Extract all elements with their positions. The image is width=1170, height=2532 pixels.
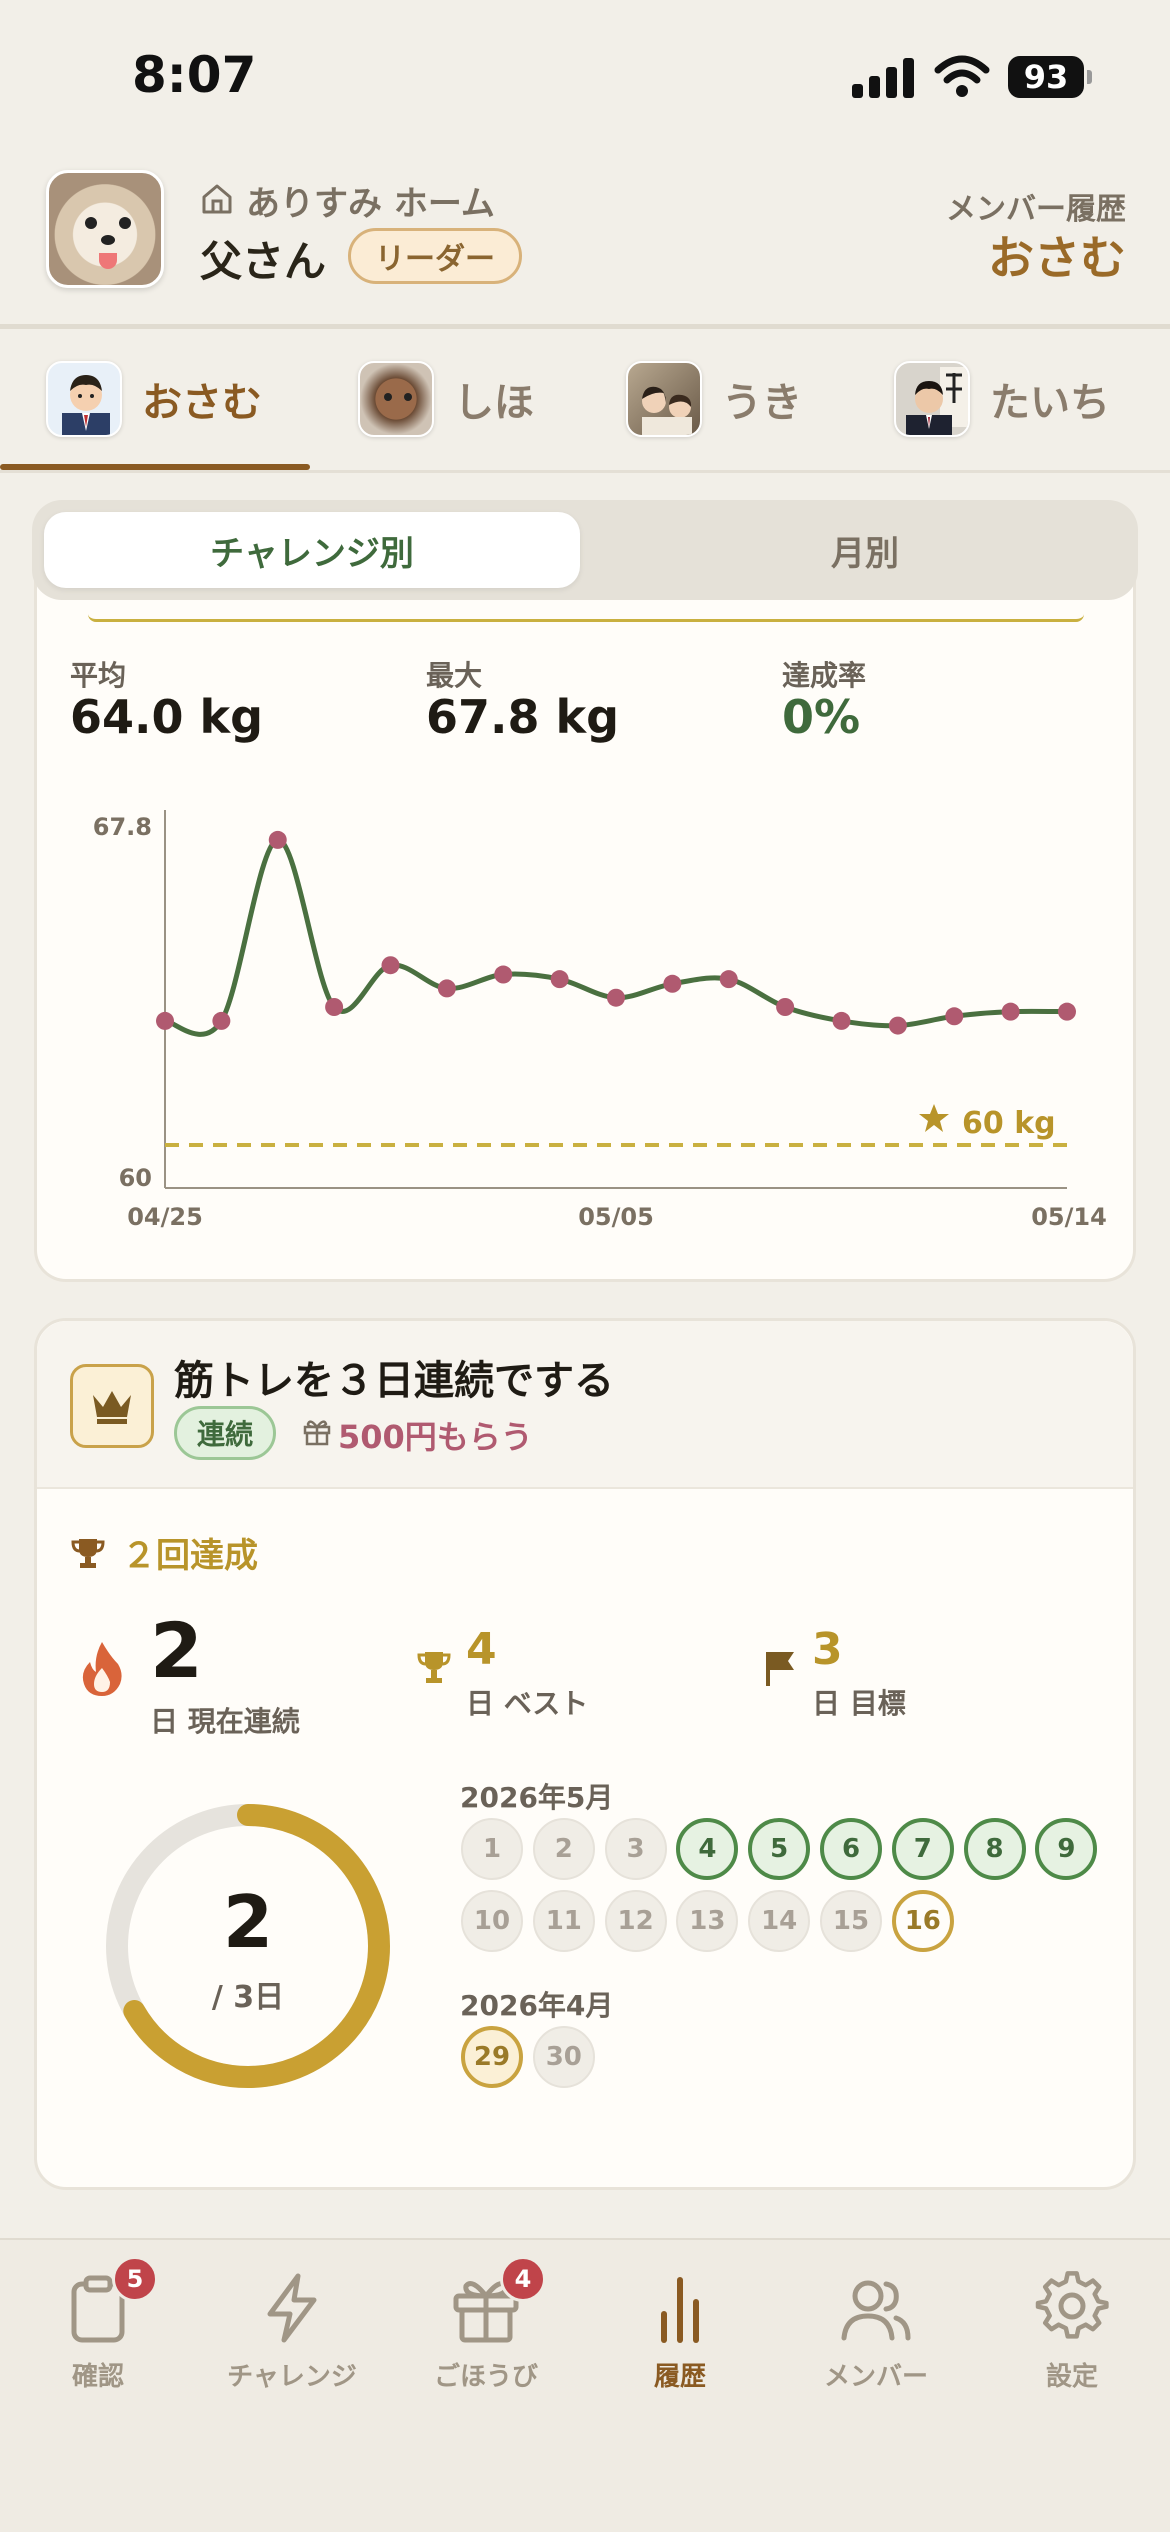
reward-text: 500円もらう [338,1418,533,1456]
data-point [607,988,625,1007]
calendar-day: 1 [461,1818,523,1880]
calendar-month-april: 2026年4月 [460,1989,614,2022]
nav-label: チャレンジ [227,2362,357,2392]
nav-confirm[interactable]: 5 確認 [18,2256,178,2393]
target-label: 60 kg [962,1106,1056,1141]
nav-history[interactable]: 履歴 [600,2270,760,2393]
data-point [832,1011,851,1030]
data-point [381,956,400,975]
calendar-day: 15 [820,1890,882,1952]
challenge-type-tag: 連続 [174,1406,277,1460]
calendar-day: 9 [1035,1818,1098,1880]
lightning-icon [254,2270,330,2346]
calendar-day: 13 [676,1890,739,1952]
calendar-day: 5 [748,1818,811,1880]
trophy-icon [417,1652,451,1683]
achievement-row: ２回達成 [70,1528,258,1577]
star-icon [919,1104,949,1132]
best-streak-label: 日 ベスト [466,1687,589,1720]
calendar-day: 30 [532,2026,595,2088]
nav-rewards[interactable]: 4 ごほうび [406,2256,566,2393]
calendar-day: 4 [676,1818,739,1880]
data-point [494,965,513,984]
nav-members[interactable]: メンバー [796,2270,956,2393]
clipboard-icon: 5 [60,2256,158,2346]
nav-settings[interactable]: 設定 [992,2270,1152,2393]
data-point [268,830,287,849]
achievement-count: ２回達成 [122,1536,258,1576]
goal-value: 3 [812,1624,843,1675]
calendar-day: 3 [604,1818,667,1880]
bar-chart-icon [642,2270,718,2346]
calendar-day: 7 [891,1818,954,1880]
flame-icon [82,1642,122,1696]
calendar-day: 29 [461,2026,523,2088]
nav-label: 履歴 [653,2362,706,2392]
y-tick-label: 67.8 [93,813,152,841]
data-point [1058,1002,1076,1021]
gear-icon [1034,2270,1110,2346]
data-point [1001,1002,1020,1021]
notification-badge: 4 [500,2256,546,2302]
nav-challenge[interactable]: チャレンジ [212,2270,372,2393]
weight-line-chart: 60 kg 67.8 60 04/25 05/05 05/14 [93,810,1107,1231]
calendar-day: 16 [891,1890,954,1952]
data-point [156,1011,174,1030]
progress-target: / 3日 [211,1980,285,2015]
data-point [325,998,344,1016]
calendar-day: 8 [963,1818,1026,1880]
calendar-day: 12 [604,1890,667,1952]
trophy-icon [71,1538,105,1568]
nav-label: 設定 [1045,2362,1098,2392]
x-tick-label: 05/14 [1031,1203,1107,1231]
x-tick-label: 05/05 [578,1203,654,1231]
data-point [776,998,795,1016]
calendar-month-may: 2026年5月 [460,1781,614,1814]
data-point [437,979,456,998]
flag-icon [766,1652,794,1686]
nav-label: メンバー [823,2362,928,2392]
calendar-day: 11 [532,1890,595,1952]
nav-label: ごほうび [433,2362,538,2392]
gift-icon: 4 [448,2256,546,2346]
nav-label: 確認 [71,2362,124,2392]
x-tick-label: 04/25 [127,1203,203,1231]
members-icon [838,2270,914,2346]
crown-icon [70,1364,154,1448]
calendar-day: 10 [461,1890,523,1952]
calendar-day: 2 [532,1818,595,1880]
best-streak-value: 4 [466,1624,497,1675]
goal-label: 日 目標 [812,1687,906,1720]
current-streak-label: 日 現在連続 [150,1705,300,1738]
data-point [663,974,682,993]
progress-value: 2 [222,1880,274,1964]
current-streak-value: 2 [150,1606,203,1695]
calendar-day: 14 [748,1890,811,1952]
data-point [550,970,569,989]
data-point [719,970,738,989]
data-point [212,1011,231,1030]
challenge-title: 筋トレを３日連続でする [174,1358,614,1404]
y-tick-label: 60 [119,1164,152,1192]
notification-badge: 5 [112,2256,158,2302]
data-point [945,1007,964,1026]
data-point [888,1016,907,1035]
calendar-day: 6 [820,1818,882,1880]
gift-icon [303,1420,331,1446]
